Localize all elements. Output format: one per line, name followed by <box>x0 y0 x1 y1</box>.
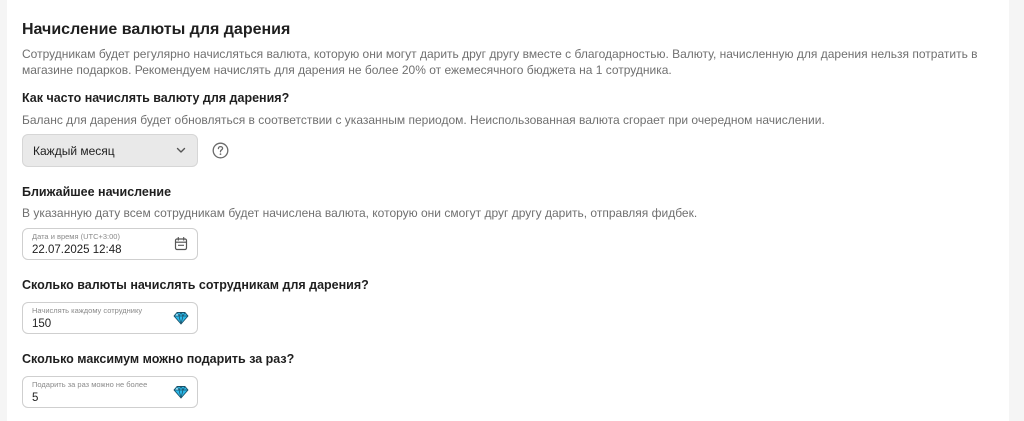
section-description: Сотрудникам будет регулярно начисляться … <box>22 47 978 77</box>
question-circle-icon[interactable] <box>212 142 229 159</box>
datetime-field-value: 22.07.2025 12:48 <box>32 244 122 256</box>
max-gift-field-label: Подарить за раз можно не более <box>32 380 148 389</box>
chevron-down-icon <box>176 147 186 153</box>
amount-question: Сколько валюты начислять сотрудникам для… <box>22 278 369 292</box>
amount-field-label: Начислять каждому сотруднику <box>32 306 143 315</box>
section-title: Начисление валюты для дарения <box>22 21 291 38</box>
settings-card: Начисление валюты для дарения Сотрудника… <box>7 0 1009 421</box>
frequency-select[interactable]: Каждый месяц <box>22 134 198 167</box>
calendar-icon[interactable] <box>173 236 189 252</box>
max-gift-question: Сколько максимум можно подарить за раз? <box>22 352 295 366</box>
amount-field-value: 150 <box>32 318 52 330</box>
next-accrual-hint: В указанную дату всем сотрудникам будет … <box>22 206 698 220</box>
datetime-field-label: Дата и время (UTC+3:00) <box>32 232 120 241</box>
max-gift-field-value: 5 <box>32 392 39 404</box>
datetime-field[interactable]: Дата и время (UTC+3:00) 22.07.2025 12:48 <box>22 228 198 260</box>
frequency-question: Как часто начислять валюту для дарения? <box>22 91 290 105</box>
frequency-hint: Баланс для дарения будет обновляться в с… <box>22 113 825 127</box>
max-gift-field[interactable]: Подарить за раз можно не более 5 <box>22 376 198 408</box>
diamond-icon <box>173 385 189 399</box>
diamond-icon <box>173 311 189 325</box>
next-accrual-question: Ближайшее начисление <box>22 185 172 199</box>
amount-field[interactable]: Начислять каждому сотруднику 150 <box>22 302 198 334</box>
frequency-selected-value: Каждый месяц <box>33 144 115 158</box>
